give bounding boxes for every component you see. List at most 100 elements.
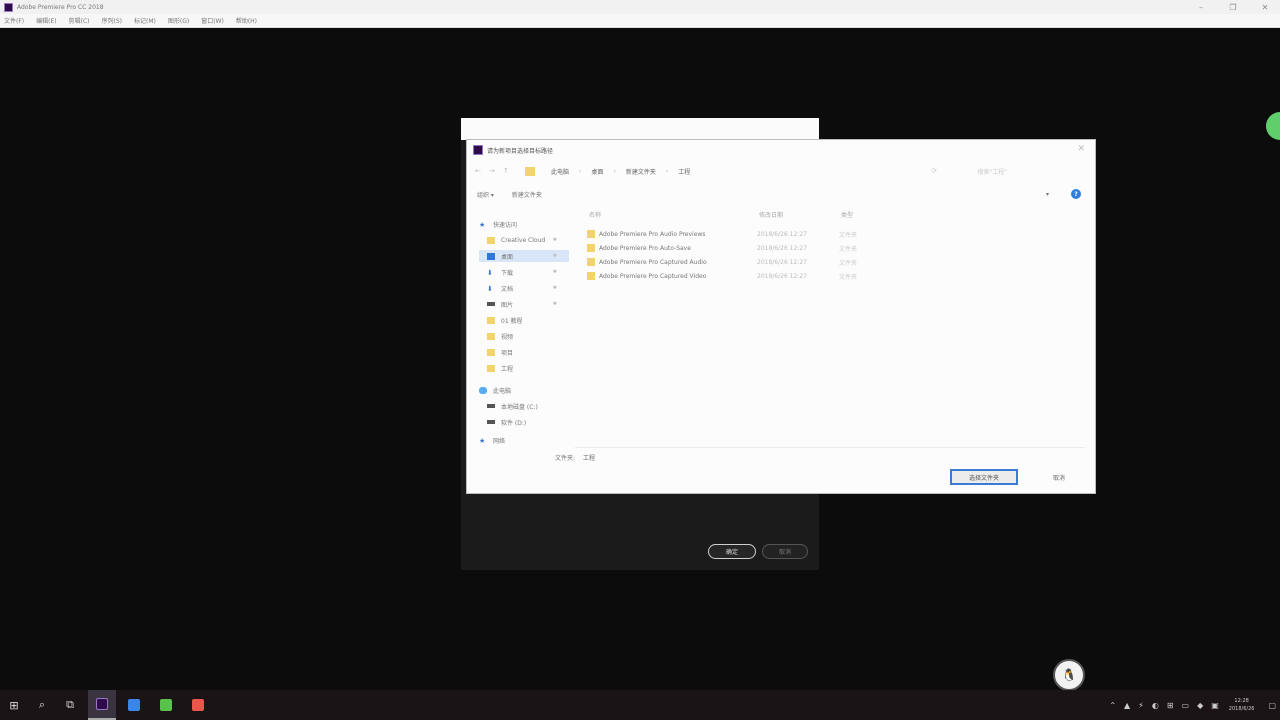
column-header-name[interactable]: 名称 [589,210,601,219]
back-button[interactable]: ← [475,167,489,175]
sidebar-item[interactable]: Creative Cloud ✱ [479,234,569,246]
column-header-date[interactable]: 修改日期 [759,210,783,219]
folder-icon [487,348,495,356]
organize-button[interactable]: 组织 ▾ [477,190,494,199]
pin-icon: ✱ [552,301,557,307]
clock-time: 12:28 [1234,698,1249,704]
document-icon: ⬇ [487,284,493,293]
folder-icon [587,244,595,252]
picture-icon [487,302,495,306]
tray-icon[interactable]: ◐ [1152,701,1159,710]
tray-icon[interactable]: ▭ [1182,701,1190,710]
sidebar-item[interactable]: ⬇ 下载 ✱ [479,266,569,278]
help-icon[interactable]: ? [1071,189,1081,199]
tray-icon[interactable]: ⚡ [1138,701,1144,710]
sidebar-item[interactable]: 桌面 ✱ [479,250,569,262]
tray-icon[interactable]: ⌃ [1109,701,1116,710]
menu-item[interactable]: 编辑(E) [32,16,64,25]
close-window-button[interactable]: ✕ [1250,0,1280,14]
tray-icon[interactable]: ⊞ [1167,701,1174,710]
menu-item[interactable]: 图形(G) [164,16,197,25]
file-name: Adobe Premiere Pro Captured Audio [599,258,707,266]
app-red-button[interactable] [184,690,212,720]
sidebar-item[interactable]: 图片 ✱ [479,298,569,310]
breadcrumb-item[interactable]: 新建文件夹 [616,167,666,176]
app-green-button[interactable] [152,690,180,720]
list-item[interactable]: Adobe Premiere Pro Audio Previews 2018/6/… [587,228,887,240]
folder-icon [487,316,495,324]
sidebar-item[interactable]: 视频 [479,330,569,342]
search-input[interactable]: 搜索"工程" [977,167,1007,176]
menu-item[interactable]: 剪辑(C) [65,16,98,25]
premiere-app-button[interactable] [88,690,116,720]
sidebar-item[interactable]: ★ 快速访问 [479,218,569,230]
pin-icon: ✱ [552,253,557,259]
premiere-logo-icon [4,2,13,12]
menu-item[interactable]: 帮助(H) [232,16,265,25]
breadcrumb-item[interactable]: 此电脑 [541,167,579,176]
sidebar-item[interactable]: ⬇ 文档 ✱ [479,282,569,294]
tray-icon[interactable]: ▲ [1124,701,1130,710]
menu-item[interactable]: 标记(M) [130,16,164,25]
up-button[interactable]: ↑ [503,167,517,175]
computer-icon [479,386,487,394]
search-icon[interactable]: ⌕ [28,690,56,720]
forward-button[interactable]: → [489,167,503,175]
floating-assistant-icon[interactable] [1266,112,1280,140]
tray-icon[interactable]: ▣ [1211,701,1219,710]
sidebar-item[interactable]: 软件 (D:) [479,416,569,428]
task-view-icon[interactable]: ⧉ [56,690,84,720]
clock-date: 2018/6/26 [1228,706,1255,712]
breadcrumb-item[interactable]: 桌面 [581,167,613,176]
drive-icon [487,404,495,408]
menu-item[interactable]: 文件(F) [0,16,32,25]
sidebar-item-label: 网络 [493,437,506,445]
new-project-ok-button[interactable]: 确定 [708,544,756,559]
app-blue-button[interactable] [120,690,148,720]
folder-icon [487,236,495,244]
menu-item[interactable]: 窗口(W) [197,16,232,25]
taskbar-apps [84,690,212,720]
folder-icon [525,166,535,176]
menu-item[interactable]: 序列(S) [98,16,131,25]
clock[interactable]: 12:28 2018/6/26 [1229,697,1255,713]
notification-icon[interactable]: ▢ [1268,701,1276,710]
file-type: 文件夹 [839,259,858,267]
folder-label: 文件夹: [555,454,576,462]
close-icon[interactable]: ✕ [1077,144,1085,154]
file-name: Adobe Premiere Pro Auto-Save [599,244,691,252]
maximize-button[interactable]: ❐ [1218,0,1248,14]
tray-icon[interactable]: ◆ [1197,701,1203,710]
sidebar-item[interactable]: 此电脑 [479,384,569,396]
pin-icon: ✱ [552,269,557,275]
sidebar-item-label: 桌面 [501,253,514,261]
new-project-dialog-header [461,118,819,140]
view-options-button[interactable]: ▾ [1046,191,1049,198]
breadcrumb-item[interactable]: 工程 [668,167,700,176]
pin-icon: ✱ [552,285,557,291]
sidebar-item-label: 下载 [501,269,514,277]
new-folder-button[interactable]: 新建文件夹 [512,190,542,199]
start-button[interactable]: ⊞ [0,690,28,720]
avatar[interactable]: 🐧 [1053,659,1085,691]
folder-picker-title: 请为新项目选择目标路径 [487,147,554,155]
list-item[interactable]: Adobe Premiere Pro Captured Audio 2018/6/… [587,256,887,268]
sidebar-item[interactable]: 项目 [479,346,569,358]
minimize-button[interactable]: – [1186,0,1216,14]
sidebar-item[interactable]: 01 教程 [479,314,569,326]
sidebar-item-label: 快速访问 [493,221,518,229]
refresh-icon[interactable]: ⟳ [931,167,937,175]
folder-icon [587,230,595,238]
list-item[interactable]: Adobe Premiere Pro Auto-Save 2018/6/26 12… [587,242,887,254]
cancel-button[interactable]: 取消 [1039,469,1079,485]
folder-icon [487,332,495,340]
list-item[interactable]: Adobe Premiere Pro Captured Video 2018/6/… [587,270,887,282]
column-header-type[interactable]: 类型 [841,210,853,219]
select-folder-button[interactable]: 选择文件夹 [950,469,1018,485]
sidebar-item[interactable]: ★ 网络 [479,434,569,446]
sidebar-item[interactable]: 本地磁盘 (C:) [479,400,569,412]
dialog-toolbar: 组织 ▾ 新建文件夹 ▾ ? [477,187,1089,201]
sidebar-item[interactable]: 工程 [479,362,569,374]
new-project-cancel-button[interactable]: 取消 [762,544,808,559]
folder-input[interactable]: 工程 [583,453,595,462]
